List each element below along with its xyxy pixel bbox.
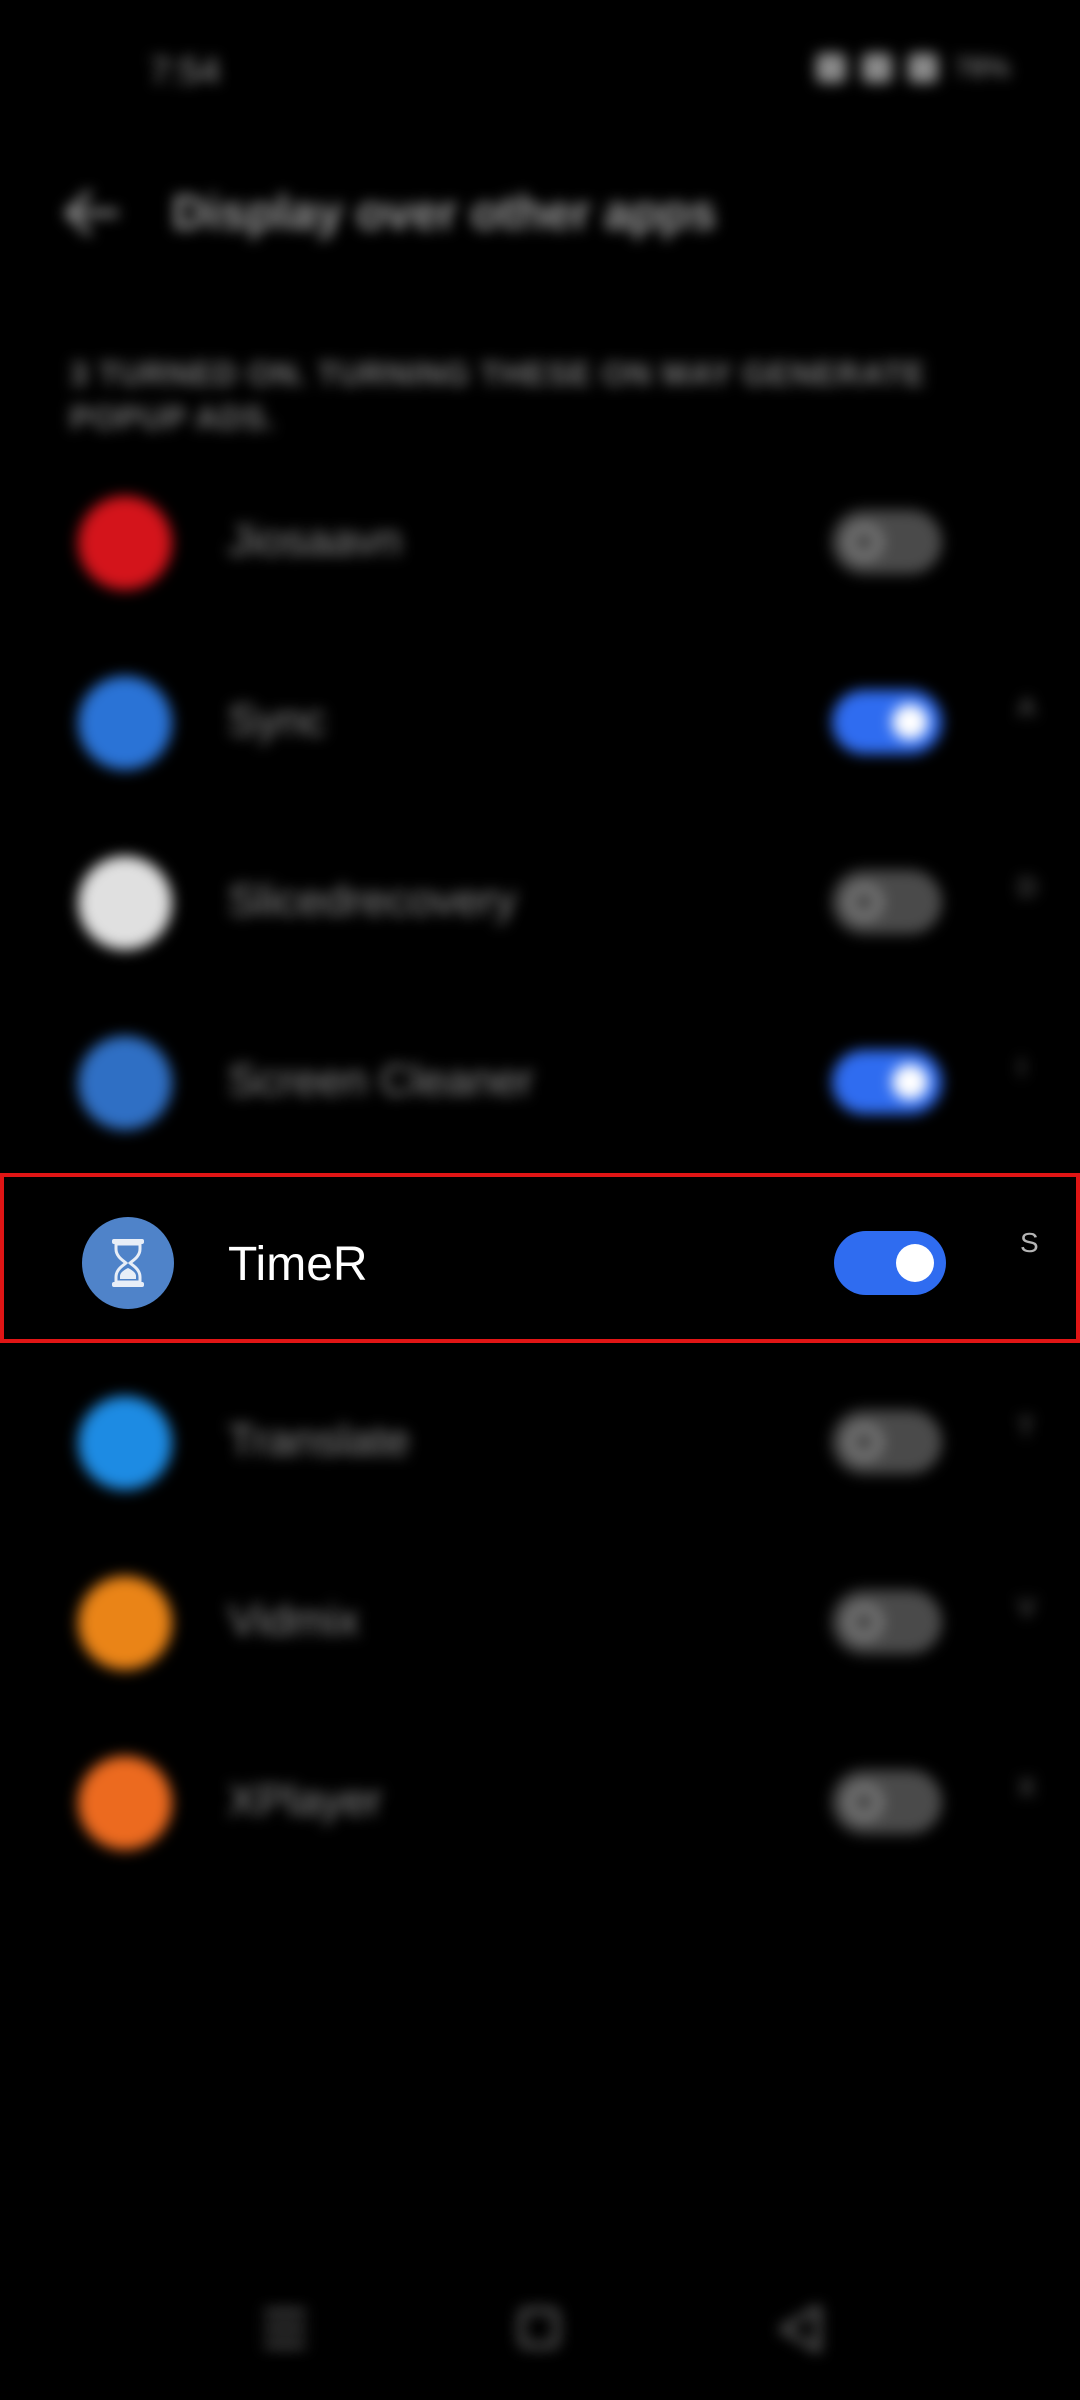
shield-icon [815, 53, 846, 83]
app-name: Translate [228, 1416, 410, 1465]
app-name: Screen Cleaner [228, 1056, 534, 1105]
app-icon [78, 1396, 172, 1490]
page-title: Display over other apps [172, 187, 717, 240]
app-icon [78, 1036, 172, 1130]
list-item[interactable]: Translate T [0, 1352, 1080, 1532]
wifi-icon [907, 53, 938, 83]
status-bar: 7:54 78% [0, 0, 1080, 140]
navigation-bar [0, 2280, 1080, 2390]
index-letter[interactable]: D [1018, 872, 1037, 903]
hourglass-glyph [112, 1239, 144, 1287]
app-name: Slicedrecovery [228, 876, 517, 925]
menu-icon[interactable] [265, 2310, 305, 2348]
app-name: Vidmix [228, 1596, 360, 1645]
toggle-switch-timer[interactable] [834, 1231, 946, 1295]
index-letter[interactable]: V [1018, 1592, 1035, 1623]
app-icon [78, 1576, 172, 1670]
toggle-switch[interactable] [832, 1590, 942, 1654]
app-name: XPlayer [228, 1776, 383, 1825]
list-item[interactable]: Sync A [0, 632, 1080, 812]
back-triangle-icon[interactable] [778, 2304, 822, 2354]
app-name: TimeR [228, 1238, 368, 1291]
list-item[interactable]: XPlayer X [0, 1712, 1080, 1892]
list-item[interactable]: Slicedrecovery D [0, 812, 1080, 992]
signal-icon [861, 53, 892, 83]
toggle-switch[interactable] [832, 870, 942, 934]
list-item[interactable]: Vidmix V [0, 1532, 1080, 1712]
highlighted-list-item-timer[interactable]: TimeR S [0, 1173, 1080, 1343]
list-item[interactable]: Jiosaavn [0, 452, 1080, 632]
app-bar: Display over other apps [0, 160, 1080, 270]
toggle-switch[interactable] [832, 1410, 942, 1474]
index-letter[interactable]: I [1018, 1052, 1025, 1083]
app-icon [78, 1756, 172, 1850]
subtitle-warning: 3 TURNED ON. TURNING THESE ON MAY GENERA… [70, 356, 926, 436]
index-letter[interactable]: S [1020, 1227, 1039, 1259]
back-arrow-icon[interactable] [62, 188, 122, 238]
status-time: 7:54 [150, 50, 221, 91]
status-icons: 78% [815, 52, 1010, 84]
list-item[interactable]: Screen Cleaner I [0, 992, 1080, 1172]
app-icon [78, 676, 172, 770]
toggle-switch[interactable] [832, 690, 942, 754]
app-name: Jiosaavn [228, 516, 402, 565]
toggle-knob [896, 1244, 934, 1282]
home-icon[interactable] [519, 2308, 559, 2348]
index-letter[interactable]: T [1018, 1412, 1034, 1443]
hourglass-icon [82, 1217, 174, 1309]
battery-text: 78% [953, 52, 1010, 83]
toggle-switch[interactable] [832, 1050, 942, 1114]
app-name: Sync [228, 696, 326, 745]
toggle-switch[interactable] [832, 1770, 942, 1834]
toggle-switch[interactable] [832, 510, 942, 574]
app-icon [78, 856, 172, 950]
index-letter[interactable]: A [1018, 692, 1035, 723]
index-letter[interactable]: X [1018, 1772, 1035, 1803]
app-icon [78, 496, 172, 590]
